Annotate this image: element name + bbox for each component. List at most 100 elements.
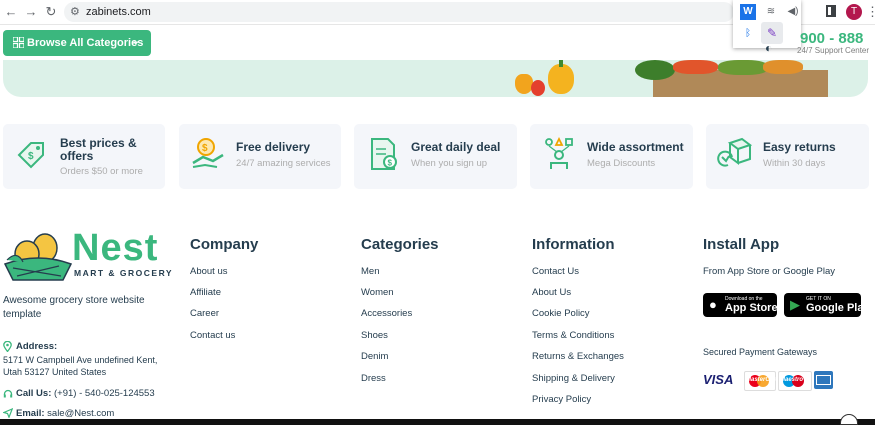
- call-us: Call Us: (+91) - 540-025-124553: [16, 388, 155, 399]
- maestro-text: Maestro: [780, 377, 804, 383]
- footer-link[interactable]: Women: [361, 287, 394, 298]
- document-deal-icon: $: [371, 138, 397, 170]
- send-icon: [3, 408, 13, 418]
- chevron-down-icon: ⌄: [131, 36, 140, 47]
- pepper-image: [515, 74, 533, 94]
- word-icon[interactable]: W: [740, 4, 756, 20]
- brand-subtitle: MART & GROCERY: [74, 268, 174, 278]
- vegetable-image: [763, 60, 803, 74]
- feature-card-free-delivery: $ Free delivery 24/7 amazing services: [179, 124, 341, 189]
- payment-label: Secured Payment Gateways: [703, 347, 818, 357]
- vegetable-image: [635, 60, 675, 80]
- price-tag-icon: $: [17, 142, 44, 169]
- column-heading: Install App: [703, 236, 780, 253]
- apple-icon: ●: [709, 297, 717, 312]
- brand-tagline: Awesome grocery store website template: [3, 295, 145, 320]
- vegetable-image: [718, 60, 768, 75]
- footer-link[interactable]: Shoes: [361, 330, 388, 341]
- feature-title: Easy returns: [763, 140, 836, 154]
- footer-link[interactable]: Cookie Policy: [532, 308, 590, 319]
- footer-link[interactable]: Dress: [361, 373, 386, 384]
- handshake-coin-icon: $: [192, 138, 224, 168]
- grid-icon: [13, 37, 24, 48]
- side-panel-icon[interactable]: [826, 5, 836, 17]
- footer-link[interactable]: Terms & Conditions: [532, 330, 614, 341]
- footer-link[interactable]: Affiliate: [190, 287, 221, 298]
- maestro-logo: Maestro: [778, 371, 812, 391]
- feature-title: Great daily deal: [411, 140, 501, 154]
- headset-icon: ◐: [765, 41, 773, 55]
- url-text[interactable]: zabinets.com: [86, 6, 151, 18]
- profile-avatar[interactable]: T: [846, 4, 862, 20]
- feature-subtitle: Orders $50 or more: [60, 166, 143, 177]
- footer-link[interactable]: Men: [361, 266, 379, 277]
- support-text: 24/7 Support Center: [797, 46, 870, 55]
- feature-card-daily-deal: $ Great daily deal When you sign up: [354, 124, 517, 189]
- footer-link[interactable]: Privacy Policy: [532, 394, 591, 405]
- mastercard-logo: MasterCard: [744, 371, 780, 391]
- address-label: Address:: [16, 341, 58, 352]
- column-heading: Categories: [361, 236, 439, 253]
- brand-name[interactable]: Nest: [72, 228, 158, 268]
- footer-link[interactable]: About Us: [532, 287, 571, 298]
- feature-subtitle: Mega Discounts: [587, 158, 656, 169]
- visa-logo: VISA: [703, 372, 734, 387]
- footer-link[interactable]: Denim: [361, 351, 388, 362]
- footer-link[interactable]: About us: [190, 266, 228, 277]
- google-play-button[interactable]: ▶ GET IT ON Google Play: [784, 293, 870, 317]
- feature-card-best-prices: $ Best prices & offers Orders $50 or mor…: [3, 124, 165, 189]
- volume-icon[interactable]: ◀): [785, 4, 801, 20]
- return-box-icon: [717, 137, 753, 167]
- feature-subtitle: Within 30 days: [763, 158, 826, 169]
- email-label: Email:: [16, 408, 45, 419]
- browse-categories-button[interactable]: Browse All Categories ⌄: [3, 30, 151, 56]
- pepper-stem: [559, 60, 563, 67]
- footer-column-information: Information Contact Us About Us Cookie P…: [532, 236, 624, 405]
- hero-banner: [3, 60, 868, 97]
- play-icon: ▶: [790, 297, 800, 312]
- footer-column-categories: Categories Men Women Accessories Shoes D…: [361, 236, 439, 384]
- location-pin-icon: [3, 341, 12, 352]
- amex-logo: [814, 371, 833, 389]
- bluetooth-icon[interactable]: ᛒ: [740, 26, 756, 42]
- feature-subtitle: 24/7 amazing services: [236, 158, 331, 169]
- vegetable-image: [673, 60, 718, 74]
- footer-column-install-app: Install App From App Store or Google Pla…: [703, 236, 870, 391]
- svg-text:$: $: [28, 151, 34, 162]
- nest-logo-icon[interactable]: [3, 230, 73, 282]
- call-value[interactable]: (+91) - 540-025-124553: [54, 388, 155, 399]
- footer-link[interactable]: Shipping & Delivery: [532, 373, 615, 384]
- svg-text:$: $: [388, 159, 393, 168]
- browse-label: Browse All Categories: [27, 37, 144, 49]
- taskbar-edge: [0, 419, 875, 425]
- address-text: 5171 W Campbell Ave undefined Kent, Utah…: [3, 355, 158, 377]
- back-icon[interactable]: ←: [3, 4, 19, 20]
- mastercard-text: MasterCard: [746, 377, 780, 383]
- scroll-top-button[interactable]: [840, 414, 858, 425]
- footer-link[interactable]: Contact us: [190, 330, 235, 341]
- site-settings-icon[interactable]: ⚙: [70, 5, 80, 18]
- call-label: Call Us:: [16, 388, 52, 399]
- pepper-image: [548, 64, 574, 94]
- assortment-icon: [545, 136, 573, 169]
- forward-icon[interactable]: →: [23, 4, 39, 20]
- reload-icon[interactable]: ↻: [43, 4, 59, 20]
- column-heading: Information: [532, 236, 615, 253]
- store-large-text: Google Play: [806, 302, 870, 314]
- app-store-button[interactable]: ● Download on the App Store: [703, 293, 778, 317]
- column-heading: Company: [190, 236, 259, 253]
- footer-column-company: Company About us Affiliate Career Contac…: [190, 236, 259, 341]
- feature-title: Best prices & offers: [60, 136, 137, 163]
- store-large-text: App Store: [725, 302, 778, 314]
- address-bar[interactable]: ⚙ zabinets.com: [64, 2, 734, 22]
- headset-icon: [3, 389, 13, 398]
- more-menu-icon[interactable]: ⋮: [866, 4, 875, 20]
- feature-title: Wide assortment: [587, 140, 684, 154]
- footer-link[interactable]: Career: [190, 308, 219, 319]
- support-number: 900 - 888: [800, 30, 864, 47]
- footer-link[interactable]: Contact Us: [532, 266, 579, 277]
- footer-link[interactable]: Accessories: [361, 308, 412, 319]
- wifi-icon[interactable]: ≋: [763, 4, 779, 20]
- footer-link[interactable]: Returns & Exchanges: [532, 351, 624, 362]
- email-value[interactable]: sale@Nest.com: [47, 408, 114, 419]
